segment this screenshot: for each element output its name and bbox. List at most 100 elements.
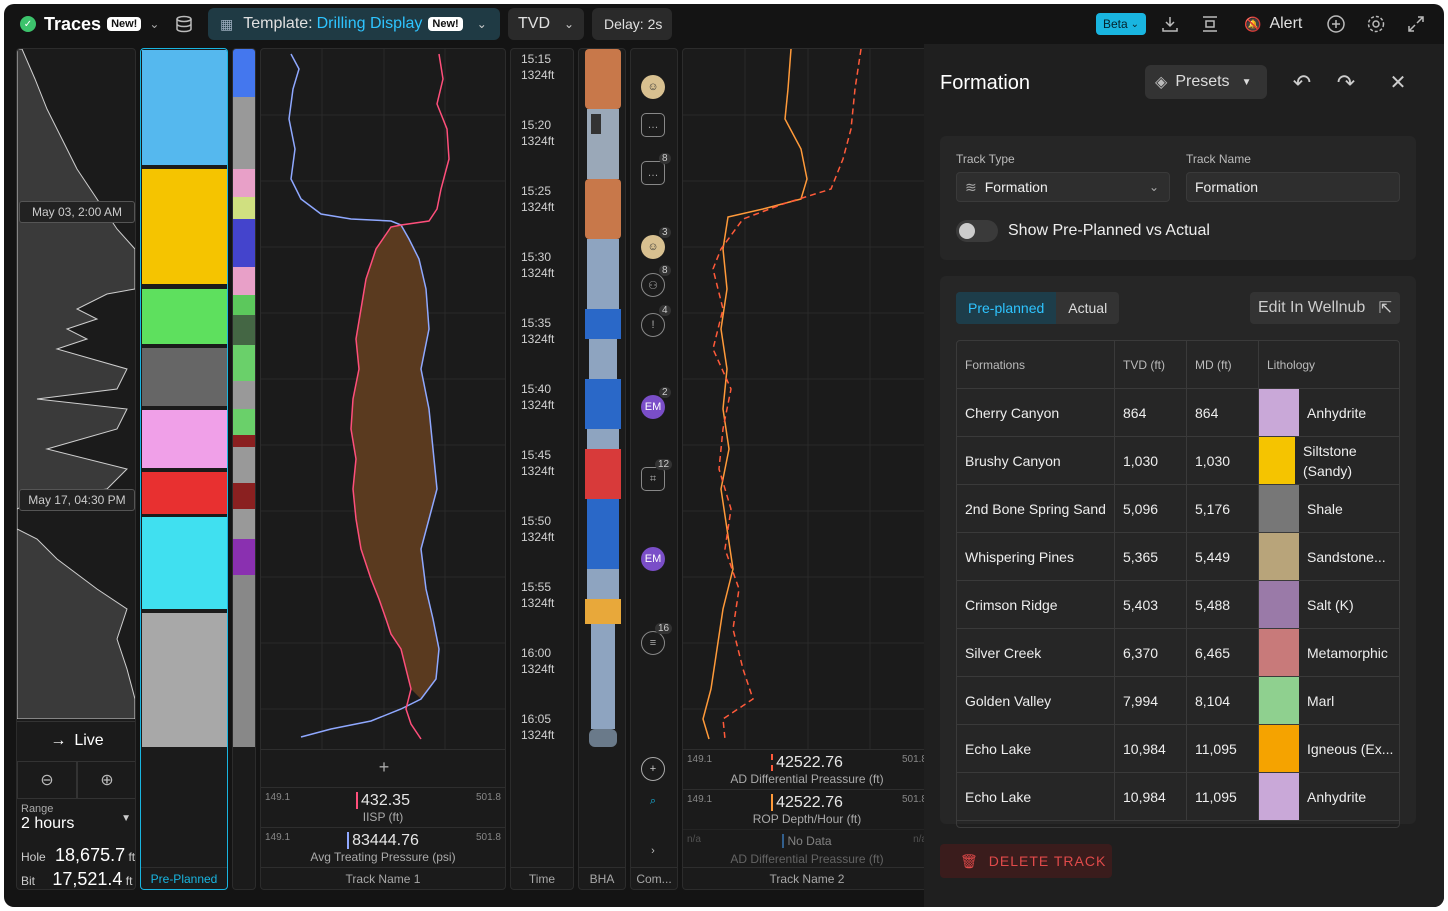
avatar[interactable]: ☺ [641,75,665,99]
app-title-group[interactable]: ✓ Traces New! ⌄ [20,8,159,40]
readout-value: 432.35 [356,792,410,809]
track-type-select[interactable]: ≋ Formation ⌄ [956,172,1170,202]
beta-badge[interactable]: Beta ⌄ [1096,13,1146,35]
avatar[interactable]: ☺ [641,235,665,259]
strip-segment [233,447,255,483]
template-prefix: Template: [243,15,313,32]
add-circle-icon[interactable] [1320,8,1352,40]
alert-button[interactable]: 🔕 Alert [1236,8,1312,40]
readout-rop[interactable]: 149.1 501.8 42522.76 ROP Depth/Hour (ft) [683,789,931,829]
formation-marl-block [142,289,227,344]
chart-comment-icon[interactable]: ⌗ [641,467,665,491]
readout-iisp[interactable]: 149.1 501.8 432.35 IISP (ft) [261,787,505,827]
tvd-value: 864 [1115,389,1187,436]
avatar[interactable]: EM [641,547,665,571]
table-row[interactable]: Echo Lake 10,984 11,095 Anhydrite [957,773,1399,821]
formation-name: 2nd Bone Spring Sand [957,485,1115,532]
comment-icon[interactable]: … [641,161,665,185]
md-value: 5,449 [1187,533,1259,580]
tvd-value: 10,984 [1115,725,1187,772]
undo-icon[interactable]: ↶ [1288,70,1316,95]
formation-track[interactable]: Pre-Planned [140,48,228,890]
table-row[interactable]: 2nd Bone Spring Sand 5,096 5,176 Shale [957,485,1399,533]
caret-down-icon: ▼ [121,813,131,824]
md-value: 864 [1187,389,1259,436]
column-header[interactable]: MD (ft) [1187,341,1259,388]
formations-table: Formations TVD (ft) MD (ft) Lithology Ch… [956,340,1400,828]
readout-no-data[interactable]: n/a n/a No Data AD Differential Preassur… [683,829,931,869]
edit-in-wellnub-button[interactable]: Edit In Wellnub ⇱ [1250,292,1400,324]
track-name-input[interactable] [1186,172,1400,202]
formation-gray-block [142,613,227,747]
app-window: ✓ Traces New! ⌄ ▦ Template: Drilling Dis… [4,4,1444,907]
delete-track-button[interactable]: 🗑 DELETE TRACK [940,844,1112,878]
alert-circle-icon[interactable]: ! [641,313,665,337]
zoom-out-icon[interactable]: ⊖ [17,761,77,799]
zoom-in-icon[interactable]: ⊕ [77,761,135,799]
chevron-down-icon: ⌄ [476,17,487,31]
range-select[interactable]: Range 2 hours ▼ [17,801,135,841]
avatar[interactable]: EM [641,395,665,419]
strip-segment [233,381,255,409]
column-header[interactable]: TVD (ft) [1115,341,1187,388]
comment-count-badge: 4 [659,305,671,316]
database-icon[interactable] [168,8,200,40]
comment-icon[interactable]: … [641,113,665,137]
template-selector[interactable]: ▦ Template: Drilling Display New! ⌄ [208,8,500,40]
expand-icon[interactable] [1400,8,1432,40]
track-1[interactable]: + 149.1 501.8 432.35 IISP (ft) 149.1 501… [260,48,506,890]
table-row[interactable]: Brushy Canyon 1,030 1,030 Siltstone (Sandy) [957,437,1399,485]
time-marker-1[interactable]: May 03, 2:00 AM [19,201,135,223]
lithology-swatch [1259,629,1299,676]
tab-preplanned[interactable]: Pre-planned [956,292,1057,324]
readout-avg-treating-pressure[interactable]: 149.1 501.8 83444.76 Avg Treating Pressu… [261,827,505,867]
time-marker-2[interactable]: May 17, 04:30 PM [19,489,135,511]
overview-track[interactable]: May 03, 2:00 AM May 17, 04:30 PM → Live ⊖… [16,48,136,890]
readout-value: 42522.76 [771,754,843,771]
toggle-label: Show Pre-Planned vs Actual [1008,222,1210,239]
table-row[interactable]: Cherry Canyon 864 864 Anhydrite [957,389,1399,437]
caret-down-icon: ▼ [1241,76,1252,88]
comment-count-badge: 8 [659,153,671,164]
readout-ad-differential[interactable]: 149.1 501.8 42522.76 AD Differential Pre… [683,749,931,789]
chevron-down-icon: ⌄ [1130,18,1140,30]
comment-icon[interactable]: ≡ [641,631,665,655]
lithology-swatch [1259,773,1299,820]
table-row[interactable]: Golden Valley 7,994 8,104 Marl [957,677,1399,725]
close-icon[interactable]: ✕ [1384,70,1412,94]
gear-icon[interactable] [1360,8,1392,40]
live-button[interactable]: → Live [17,721,135,759]
table-row[interactable]: Whispering Pines 5,365 5,449 Sandstone... [957,533,1399,581]
comments-track[interactable]: ☺ … … 8 ☺ 3 ⚇ 8 ! 4 EM 2 ⌗ 12 EM ≡ 16 + … [630,48,678,890]
search-icon[interactable]: ⌕ [641,789,665,813]
depth-mode-select[interactable]: TVD ⌄ [508,8,584,40]
redo-icon[interactable]: ↷ [1332,70,1360,95]
column-header[interactable]: Formations [957,341,1115,388]
presets-button[interactable]: ◈ Presets ▼ [1145,65,1267,99]
tab-actual[interactable]: Actual [1056,292,1119,324]
align-icon[interactable] [1194,8,1226,40]
delay-value: Delay: 2s [604,16,663,32]
download-icon[interactable] [1154,8,1186,40]
chevron-right-icon[interactable]: › [641,839,665,863]
people-icon[interactable]: ⚇ [641,273,665,297]
add-curve-button[interactable]: + [261,749,505,785]
tab-group: Pre-planned Actual [956,292,1120,324]
track-2[interactable]: 149.1 501.8 42522.76 AD Differential Pre… [682,48,932,890]
table-row[interactable]: Echo Lake 10,984 11,095 Igneous (Ex... [957,725,1399,773]
track-name-label: Track Name [1186,152,1251,166]
readout-value-row: 42522.76 [683,794,931,812]
lithology-swatch [1259,677,1299,724]
preplanned-vs-actual-toggle[interactable] [956,220,998,242]
hole-unit: ft [128,850,136,864]
table-row[interactable]: Crimson Ridge 5,403 5,488 Salt (K) [957,581,1399,629]
layers-icon: ◈ [1155,74,1168,91]
table-row[interactable]: Silver Creek 6,370 6,465 Metamorphic [957,629,1399,677]
time-value: 15:35 [521,316,552,330]
column-header[interactable]: Lithology [1259,341,1399,388]
tvd-value: 5,096 [1115,485,1187,532]
formation-name: Echo Lake [957,773,1115,820]
strip-segment [233,197,255,219]
delay-indicator[interactable]: Delay: 2s [592,8,672,40]
add-comment-icon[interactable]: + [641,757,665,781]
